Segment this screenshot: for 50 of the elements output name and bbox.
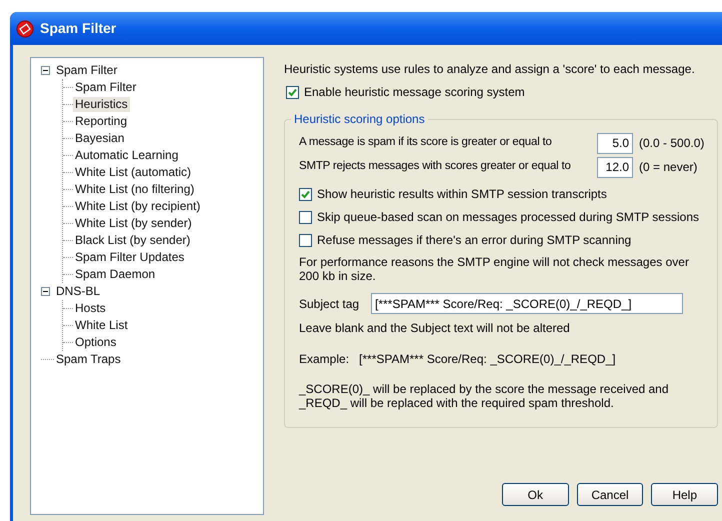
tree-item[interactable]: DNS-BL <box>54 284 102 299</box>
checkbox-label: Skip queue-based scan on messages processed during SMTP sessions <box>317 209 699 226</box>
checkbox[interactable] <box>299 234 312 246</box>
subject-tag-label: Subject tag <box>299 296 360 312</box>
checkbox[interactable] <box>299 210 312 224</box>
collapse-icon[interactable] <box>41 287 50 296</box>
range-hint: (0 = never) <box>639 159 698 176</box>
score-field[interactable]: 12.0 <box>597 156 633 178</box>
dialog-button[interactable]: Help <box>651 483 718 506</box>
size-note: For performance reasons the SMTP engine will not check messages over 200 kb in size. <box>299 255 690 283</box>
dialog-button[interactable]: Cancel <box>576 483 644 506</box>
tree-item[interactable]: Reporting <box>73 114 130 129</box>
blank-note: Leave blank and the Subject text will not be altered <box>299 320 571 337</box>
range-hint: (0.0 - 500.0) <box>639 135 704 152</box>
explanation-text: _SCORE(0)_ will be replaced by the score the message received and _REQD_ will be replaced with the required spam threshold. <box>299 382 670 410</box>
tree-item[interactable]: Heuristics <box>73 97 130 112</box>
tree-item[interactable]: Automatic Learning <box>73 148 180 163</box>
checkbox[interactable] <box>299 188 312 200</box>
subject-tag-field[interactable]: [***SPAM*** Score/Req: _SCORE(0)_/_REQD_] <box>371 293 683 314</box>
dialog-button[interactable]: Ok <box>502 483 569 506</box>
score-field[interactable]: 5.0 <box>597 132 633 154</box>
tree-item[interactable]: Spam Traps <box>54 352 123 367</box>
checkmark-icon <box>301 190 310 198</box>
example-label: Example: <box>299 351 350 368</box>
tree-item[interactable]: Hosts <box>73 301 108 316</box>
tree-item[interactable]: White List <box>73 318 130 333</box>
tree-item[interactable]: White List (automatic) <box>73 165 194 180</box>
threshold-label: SMTP rejects messages with scores greater or equal to <box>299 159 572 174</box>
group-title: Heuristic scoring options <box>293 111 426 128</box>
checkbox-label: Enable heuristic message scoring system <box>304 84 525 101</box>
tree-item[interactable]: White List (by sender) <box>73 216 194 231</box>
checkbox-label: Show heuristic results within SMTP session transcripts <box>317 186 607 203</box>
tree-item[interactable]: Spam Filter <box>54 63 120 78</box>
tree-item[interactable]: Options <box>73 335 118 350</box>
tree-item[interactable]: White List (no filtering) <box>73 182 196 197</box>
tree-item[interactable]: White List (by recipient) <box>73 199 202 214</box>
checkmark-icon <box>288 88 297 96</box>
threshold-label: A message is spam if its score is greater or equal to <box>299 135 553 150</box>
tree-item[interactable]: Black List (by sender) <box>73 233 192 248</box>
intro-text: Heuristic systems use rules to analyze and assign a 'score' to each message. <box>284 61 696 76</box>
window-title: Spam Filter <box>40 19 116 38</box>
checkbox[interactable] <box>286 86 299 98</box>
tree-item[interactable]: Spam Filter <box>73 80 138 95</box>
checkbox-label: Refuse messages if there's an error during SMTP scanning <box>317 232 632 249</box>
collapse-icon[interactable] <box>41 66 50 75</box>
tree-item[interactable]: Spam Daemon <box>73 267 158 282</box>
example-value: [***SPAM*** Score/Req: _SCORE(0)_/_REQD_] <box>359 351 616 368</box>
tree-item[interactable]: Bayesian <box>73 131 126 146</box>
tree-item[interactable]: Spam Filter Updates <box>73 250 186 265</box>
app-icon <box>16 20 34 38</box>
